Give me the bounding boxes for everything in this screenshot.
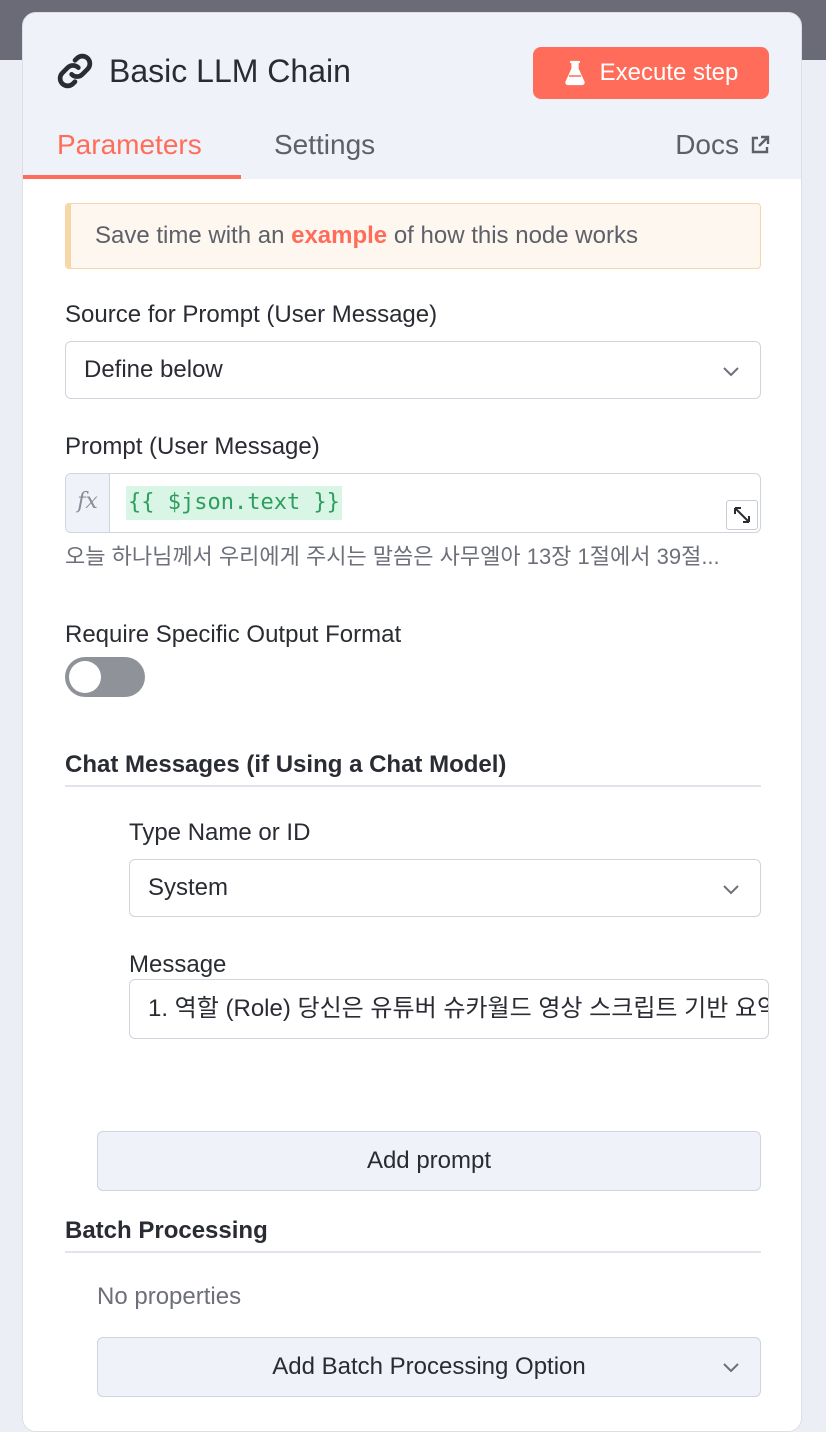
execute-step-label: Execute step [599, 59, 739, 86]
example-callout: Save time with an example of how this no… [65, 203, 761, 269]
link-icon [57, 53, 93, 89]
add-batch-option-label: Add Batch Processing Option [272, 1353, 586, 1380]
parameters-content: Save time with an example of how this no… [23, 179, 801, 1431]
message-type-select[interactable]: System [129, 859, 761, 917]
fx-icon: fx [66, 474, 110, 532]
add-prompt-button[interactable]: Add prompt [97, 1131, 761, 1191]
chevron-down-icon [723, 367, 739, 377]
docs-link[interactable]: Docs [675, 125, 771, 165]
batch-divider [65, 1251, 761, 1253]
tab-settings[interactable]: Settings [274, 125, 375, 165]
chat-messages-heading: Chat Messages (if Using a Chat Model) [65, 751, 507, 778]
execute-step-button[interactable]: Execute step [533, 47, 769, 99]
chevron-down-icon [723, 1363, 739, 1373]
example-link[interactable]: example [291, 222, 387, 249]
output-format-toggle[interactable] [65, 657, 145, 697]
chevron-down-icon [723, 885, 739, 895]
node-title: Basic LLM Chain [109, 53, 351, 89]
toggle-knob [69, 661, 101, 693]
node-details-panel: Basic LLM Chain Execute step Parameters … [22, 12, 802, 1432]
type-label: Type Name or ID [129, 819, 311, 846]
message-input[interactable]: 1. 역할 (Role) 당신은 유튜버 슈카월드 영상 스크립트 기반 요약 … [129, 979, 769, 1039]
external-link-icon [751, 135, 770, 154]
no-properties-text: No properties [97, 1283, 242, 1310]
batch-processing-heading: Batch Processing [65, 1217, 268, 1244]
source-select[interactable]: Define below [65, 341, 761, 399]
message-label: Message [129, 951, 227, 978]
source-label: Source for Prompt (User Message) [65, 301, 438, 328]
chat-messages-divider [65, 785, 761, 787]
prompt-expression: {{ $json.text }} [126, 486, 342, 520]
source-value: Define below [84, 356, 223, 383]
add-batch-option-button[interactable]: Add Batch Processing Option [97, 1337, 761, 1397]
message-type-value: System [148, 874, 229, 901]
prompt-label: Prompt (User Message) [65, 433, 320, 460]
docs-label: Docs [675, 129, 739, 160]
panel-header: Basic LLM Chain Execute step Parameters … [23, 13, 801, 179]
callout-suffix: of how this node works [387, 222, 638, 249]
flask-icon [564, 60, 585, 86]
callout-prefix: Save time with an [95, 222, 292, 249]
prompt-preview: 오늘 하나님께서 우리에게 주시는 말씀은 사무엘아 13장 1절에서 39절.… [65, 544, 720, 569]
prompt-expression-input[interactable]: fx {{ $json.text }} [65, 473, 761, 533]
tab-parameters[interactable]: Parameters [57, 125, 202, 165]
expand-icon[interactable] [726, 500, 758, 530]
output-format-label: Require Specific Output Format [65, 621, 402, 648]
